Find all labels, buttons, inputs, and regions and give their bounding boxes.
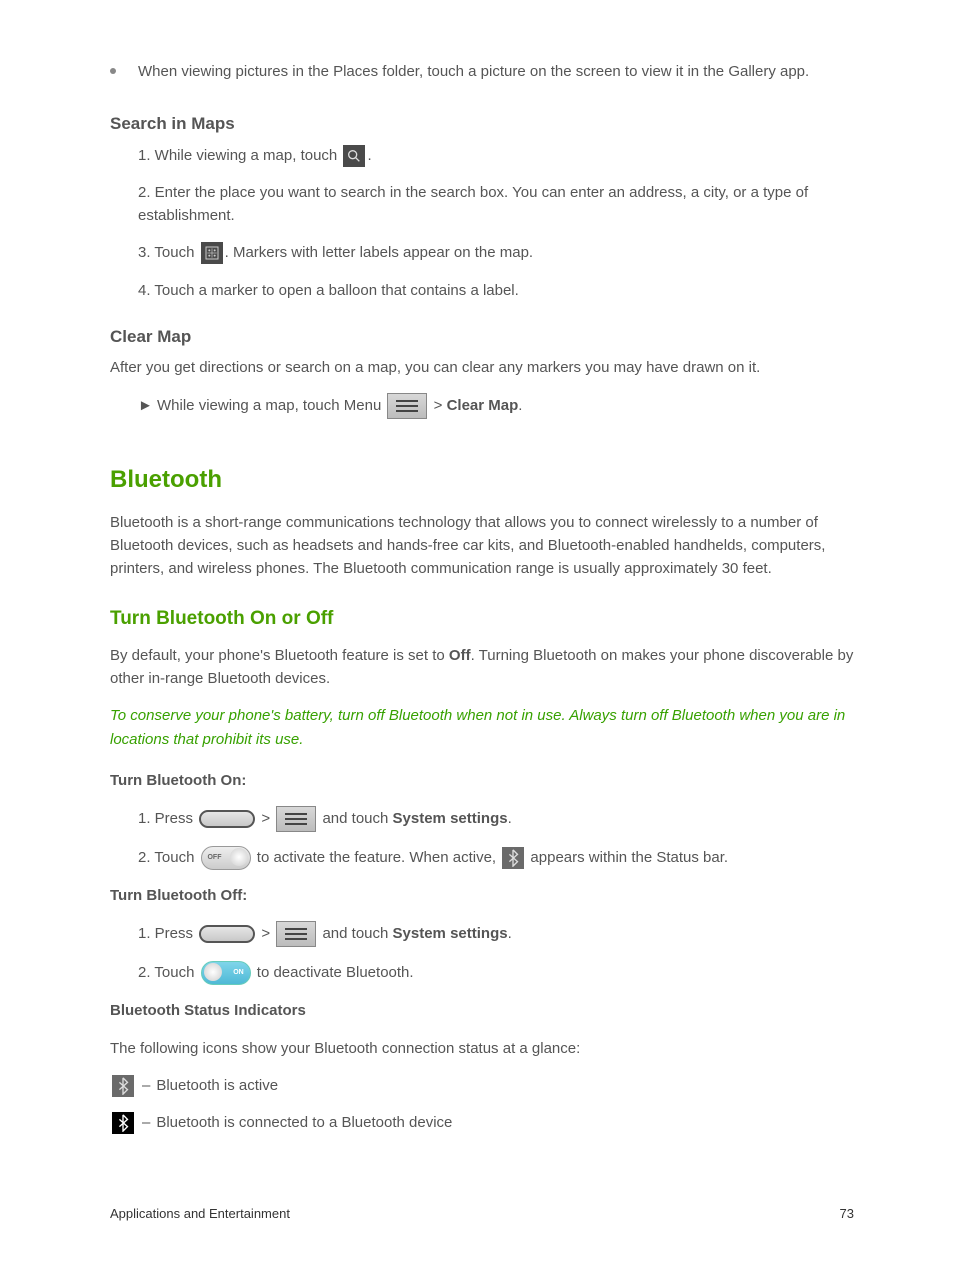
bluetooth-status-icon [502, 847, 524, 869]
toggle-on-icon: OFF ON [201, 961, 251, 985]
bt-off-step-1: 1. Press > and touch System settings. [138, 921, 854, 947]
search-step-4: 4. Touch a marker to open a balloon that… [138, 279, 854, 302]
system-settings-label: System settings [393, 810, 508, 827]
heading-clear-map: Clear Map [110, 324, 854, 350]
text: 3. Touch [138, 244, 199, 261]
bluetooth-intro: Bluetooth is a short-range communication… [110, 511, 854, 581]
bt-status-heading: Bluetooth Status Indicators [110, 999, 854, 1022]
menu-icon [276, 921, 316, 947]
search-step-2: 2. Enter the place you want to search in… [138, 181, 854, 228]
text: > [434, 397, 447, 414]
text: appears within the Status bar. [530, 849, 728, 866]
bullet-item: When viewing pictures in the Places fold… [110, 60, 854, 83]
indicator-connected: – Bluetooth is connected to a Bluetooth … [110, 1111, 854, 1134]
heading-bluetooth: Bluetooth [110, 461, 854, 498]
text: to deactivate Bluetooth. [257, 964, 414, 981]
text: 1. While viewing a map, touch [138, 147, 341, 164]
text: By default, your phone's Bluetooth featu… [110, 647, 449, 664]
text: and touch [322, 925, 392, 942]
home-button-icon [199, 810, 255, 828]
text: 2. Touch [138, 849, 199, 866]
footer-page-number: 73 [840, 1204, 854, 1224]
heading-bt-onoff: Turn Bluetooth On or Off [110, 604, 854, 633]
toggle-off-text: OFF [207, 853, 221, 864]
dash: – [142, 1111, 150, 1134]
text: . [518, 397, 522, 414]
bluetooth-connected-icon [112, 1112, 134, 1134]
toggle-on-text: ON [233, 968, 244, 979]
indicator-text: Bluetooth is connected to a Bluetooth de… [156, 1111, 452, 1134]
bt-tip: To conserve your phone's battery, turn o… [110, 704, 854, 751]
clear-map-step: ► While viewing a map, touch Menu > Clea… [138, 393, 854, 419]
text: 2. Touch [138, 964, 199, 981]
text: . [508, 925, 512, 942]
clear-map-text: After you get directions or search on a … [110, 356, 854, 379]
text: > [261, 810, 274, 827]
off-label: Off [449, 647, 471, 664]
search-step-1: 1. While viewing a map, touch . [138, 144, 854, 167]
footer-section: Applications and Entertainment [110, 1204, 290, 1224]
home-button-icon [199, 925, 255, 943]
bullet-dot [110, 68, 116, 74]
menu-icon [387, 393, 427, 419]
bt-default-text: By default, your phone's Bluetooth featu… [110, 644, 854, 691]
dash: – [142, 1074, 150, 1097]
system-settings-label: System settings [393, 925, 508, 942]
indicator-active: – Bluetooth is active [110, 1074, 854, 1097]
bt-on-step-2: 2. Touch OFF ON to activate the feature.… [138, 846, 854, 870]
search-icon [343, 145, 365, 167]
turn-off-label: Turn Bluetooth Off: [110, 884, 854, 907]
text: 1. Press [138, 810, 197, 827]
bluetooth-active-icon [112, 1075, 134, 1097]
bullet-text: When viewing pictures in the Places fold… [138, 60, 854, 83]
text: . [508, 810, 512, 827]
text: 1. Press [138, 925, 197, 942]
bt-status-intro: The following icons show your Bluetooth … [110, 1037, 854, 1060]
bt-off-step-2: 2. Touch OFF ON to deactivate Bluetooth. [138, 961, 854, 985]
text: While viewing a map, touch Menu [157, 397, 385, 414]
heading-search-in-maps: Search in Maps [110, 111, 854, 137]
text: and touch [322, 810, 392, 827]
text: to activate the feature. When active, [257, 849, 500, 866]
text: . [367, 147, 371, 164]
text: . Markers with letter labels appear on t… [225, 244, 533, 261]
turn-on-label: Turn Bluetooth On: [110, 769, 854, 792]
menu-icon [276, 806, 316, 832]
clear-map-label: Clear Map [447, 397, 519, 414]
indicator-text: Bluetooth is active [156, 1074, 278, 1097]
text: > [261, 925, 274, 942]
toggle-off-icon: OFF ON [201, 846, 251, 870]
map-result-icon [201, 242, 223, 264]
search-step-3: 3. Touch . Markers with letter labels ap… [138, 241, 854, 264]
page-footer: Applications and Entertainment 73 [110, 1204, 854, 1224]
bt-on-step-1: 1. Press > and touch System settings. [138, 806, 854, 832]
